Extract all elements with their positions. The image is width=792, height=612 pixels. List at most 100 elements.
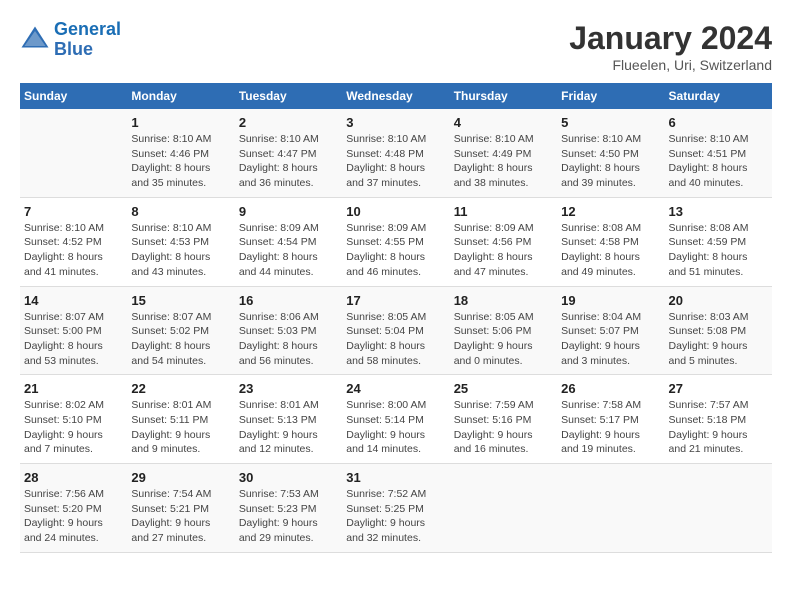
calendar-cell: 27 Sunrise: 7:57 AM Sunset: 5:18 PM Dayli… xyxy=(665,375,772,464)
day-number: 10 xyxy=(346,204,445,219)
calendar-cell: 31 Sunrise: 7:52 AM Sunset: 5:25 PM Dayli… xyxy=(342,464,449,553)
calendar-cell: 23Sunrise: 8:01 AM Sunset: 5:13 PM Dayli… xyxy=(235,375,342,464)
calendar-cell: 1Sunrise: 8:10 AM Sunset: 4:46 PM Daylig… xyxy=(127,109,234,197)
weekday-header-tuesday: Tuesday xyxy=(235,83,342,109)
day-info: Sunrise: 8:07 AM Sunset: 5:00 PM Dayligh… xyxy=(24,310,123,369)
weekday-header-thursday: Thursday xyxy=(450,83,557,109)
calendar-cell: 28 Sunrise: 7:56 AM Sunset: 5:20 PM Dayli… xyxy=(20,464,127,553)
calendar-cell: 17 Sunrise: 8:05 AM Sunset: 5:04 PM Dayli… xyxy=(342,286,449,375)
day-number: 22 xyxy=(131,381,230,396)
calendar-cell: 26 Sunrise: 7:58 AM Sunset: 5:17 PM Dayli… xyxy=(557,375,664,464)
calendar-cell: 14 Sunrise: 8:07 AM Sunset: 5:00 PM Dayli… xyxy=(20,286,127,375)
day-info: Sunrise: 8:05 AM Sunset: 5:04 PM Dayligh… xyxy=(346,310,445,369)
day-number: 20 xyxy=(669,293,768,308)
day-info: Sunrise: 8:10 AM Sunset: 4:51 PM Dayligh… xyxy=(669,132,768,191)
day-number: 25 xyxy=(454,381,553,396)
location-subtitle: Flueelen, Uri, Switzerland xyxy=(569,57,772,73)
day-number: 14 xyxy=(24,293,123,308)
day-info: Sunrise: 8:02 AM Sunset: 5:10 PM Dayligh… xyxy=(24,398,123,457)
day-number: 9 xyxy=(239,204,338,219)
logo-icon xyxy=(20,25,50,55)
day-info: Sunrise: 7:57 AM Sunset: 5:18 PM Dayligh… xyxy=(669,398,768,457)
calendar-cell: 9Sunrise: 8:09 AM Sunset: 4:54 PM Daylig… xyxy=(235,197,342,286)
day-number: 3 xyxy=(346,115,445,130)
calendar-cell: 3Sunrise: 8:10 AM Sunset: 4:48 PM Daylig… xyxy=(342,109,449,197)
calendar-cell: 7 Sunrise: 8:10 AM Sunset: 4:52 PM Daylig… xyxy=(20,197,127,286)
calendar-week-row: 7 Sunrise: 8:10 AM Sunset: 4:52 PM Daylig… xyxy=(20,197,772,286)
weekday-header-saturday: Saturday xyxy=(665,83,772,109)
day-info: Sunrise: 7:54 AM Sunset: 5:21 PM Dayligh… xyxy=(131,487,230,546)
calendar-cell: 18 Sunrise: 8:05 AM Sunset: 5:06 PM Dayli… xyxy=(450,286,557,375)
calendar-cell: 6 Sunrise: 8:10 AM Sunset: 4:51 PM Daylig… xyxy=(665,109,772,197)
day-number: 11 xyxy=(454,204,553,219)
logo: General Blue xyxy=(20,20,121,60)
day-number: 31 xyxy=(346,470,445,485)
title-block: January 2024 Flueelen, Uri, Switzerland xyxy=(569,20,772,73)
day-number: 7 xyxy=(24,204,123,219)
weekday-header-wednesday: Wednesday xyxy=(342,83,449,109)
calendar-cell: 2Sunrise: 8:10 AM Sunset: 4:47 PM Daylig… xyxy=(235,109,342,197)
day-number: 6 xyxy=(669,115,768,130)
day-number: 17 xyxy=(346,293,445,308)
calendar-cell: 4Sunrise: 8:10 AM Sunset: 4:49 PM Daylig… xyxy=(450,109,557,197)
logo-line1: General xyxy=(54,19,121,39)
day-number: 27 xyxy=(669,381,768,396)
calendar-cell: 10 Sunrise: 8:09 AM Sunset: 4:55 PM Dayli… xyxy=(342,197,449,286)
calendar-cell: 30 Sunrise: 7:53 AM Sunset: 5:23 PM Dayli… xyxy=(235,464,342,553)
calendar-cell xyxy=(557,464,664,553)
day-number: 16 xyxy=(239,293,338,308)
calendar-cell: 21 Sunrise: 8:02 AM Sunset: 5:10 PM Dayli… xyxy=(20,375,127,464)
day-number: 24 xyxy=(346,381,445,396)
day-number: 21 xyxy=(24,381,123,396)
calendar-week-row: 14 Sunrise: 8:07 AM Sunset: 5:00 PM Dayli… xyxy=(20,286,772,375)
calendar-cell: 8 Sunrise: 8:10 AM Sunset: 4:53 PM Daylig… xyxy=(127,197,234,286)
calendar-table: SundayMondayTuesdayWednesdayThursdayFrid… xyxy=(20,83,772,553)
day-info: Sunrise: 8:00 AM Sunset: 5:14 PM Dayligh… xyxy=(346,398,445,457)
day-info: Sunrise: 7:53 AM Sunset: 5:23 PM Dayligh… xyxy=(239,487,338,546)
calendar-week-row: 28 Sunrise: 7:56 AM Sunset: 5:20 PM Dayli… xyxy=(20,464,772,553)
day-number: 8 xyxy=(131,204,230,219)
day-info: Sunrise: 8:03 AM Sunset: 5:08 PM Dayligh… xyxy=(669,310,768,369)
calendar-cell xyxy=(20,109,127,197)
day-number: 1 xyxy=(131,115,230,130)
day-info: Sunrise: 8:08 AM Sunset: 4:59 PM Dayligh… xyxy=(669,221,768,280)
day-info: Sunrise: 8:08 AM Sunset: 4:58 PM Dayligh… xyxy=(561,221,660,280)
day-info: Sunrise: 8:05 AM Sunset: 5:06 PM Dayligh… xyxy=(454,310,553,369)
day-number: 2 xyxy=(239,115,338,130)
day-info: Sunrise: 7:56 AM Sunset: 5:20 PM Dayligh… xyxy=(24,487,123,546)
day-info: Sunrise: 8:10 AM Sunset: 4:49 PM Dayligh… xyxy=(454,132,553,191)
weekday-header-friday: Friday xyxy=(557,83,664,109)
day-number: 29 xyxy=(131,470,230,485)
month-title: January 2024 xyxy=(569,20,772,57)
day-info: Sunrise: 8:09 AM Sunset: 4:55 PM Dayligh… xyxy=(346,221,445,280)
calendar-cell: 22Sunrise: 8:01 AM Sunset: 5:11 PM Dayli… xyxy=(127,375,234,464)
day-number: 28 xyxy=(24,470,123,485)
day-info: Sunrise: 8:10 AM Sunset: 4:53 PM Dayligh… xyxy=(131,221,230,280)
weekday-header-monday: Monday xyxy=(127,83,234,109)
day-number: 5 xyxy=(561,115,660,130)
calendar-cell: 13 Sunrise: 8:08 AM Sunset: 4:59 PM Dayli… xyxy=(665,197,772,286)
day-info: Sunrise: 7:58 AM Sunset: 5:17 PM Dayligh… xyxy=(561,398,660,457)
day-number: 12 xyxy=(561,204,660,219)
calendar-cell: 5 Sunrise: 8:10 AM Sunset: 4:50 PM Daylig… xyxy=(557,109,664,197)
day-number: 19 xyxy=(561,293,660,308)
day-number: 26 xyxy=(561,381,660,396)
calendar-cell: 11 Sunrise: 8:09 AM Sunset: 4:56 PM Dayli… xyxy=(450,197,557,286)
calendar-week-row: 1Sunrise: 8:10 AM Sunset: 4:46 PM Daylig… xyxy=(20,109,772,197)
day-number: 18 xyxy=(454,293,553,308)
day-info: Sunrise: 8:09 AM Sunset: 4:56 PM Dayligh… xyxy=(454,221,553,280)
day-number: 30 xyxy=(239,470,338,485)
day-info: Sunrise: 8:07 AM Sunset: 5:02 PM Dayligh… xyxy=(131,310,230,369)
day-info: Sunrise: 8:01 AM Sunset: 5:13 PM Dayligh… xyxy=(239,398,338,457)
day-info: Sunrise: 8:06 AM Sunset: 5:03 PM Dayligh… xyxy=(239,310,338,369)
day-info: Sunrise: 7:52 AM Sunset: 5:25 PM Dayligh… xyxy=(346,487,445,546)
calendar-cell: 12 Sunrise: 8:08 AM Sunset: 4:58 PM Dayli… xyxy=(557,197,664,286)
calendar-cell: 15Sunrise: 8:07 AM Sunset: 5:02 PM Dayli… xyxy=(127,286,234,375)
day-info: Sunrise: 8:10 AM Sunset: 4:50 PM Dayligh… xyxy=(561,132,660,191)
calendar-cell: 16 Sunrise: 8:06 AM Sunset: 5:03 PM Dayli… xyxy=(235,286,342,375)
calendar-cell: 29 Sunrise: 7:54 AM Sunset: 5:21 PM Dayli… xyxy=(127,464,234,553)
day-number: 13 xyxy=(669,204,768,219)
day-info: Sunrise: 7:59 AM Sunset: 5:16 PM Dayligh… xyxy=(454,398,553,457)
calendar-cell: 25 Sunrise: 7:59 AM Sunset: 5:16 PM Dayli… xyxy=(450,375,557,464)
day-info: Sunrise: 8:10 AM Sunset: 4:52 PM Dayligh… xyxy=(24,221,123,280)
